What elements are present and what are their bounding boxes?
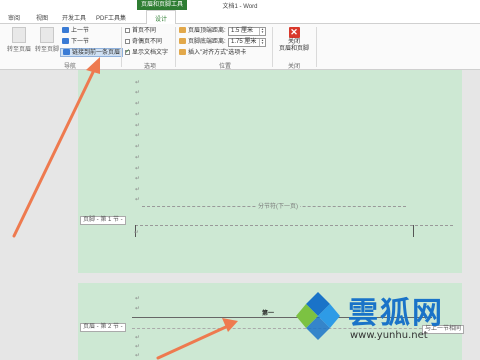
paragraph-mark: ↵: [135, 187, 141, 193]
header-distance-value: 1.5 厘米: [231, 28, 254, 34]
different-odd-even-checkbox[interactable]: 奇偶页不同: [125, 38, 162, 47]
footer-distance-spinner[interactable]: 1.75 厘米 ▲ ▼: [228, 38, 266, 47]
watermark-url: www.yunhu.net: [350, 330, 428, 341]
show-document-text-label: 显示文档文字: [132, 50, 169, 56]
show-document-text-checkbox[interactable]: 显示文档文字: [125, 48, 169, 58]
group-divider: [175, 27, 176, 67]
paragraph-mark: ↵: [135, 306, 141, 312]
nav-group-label: 导航: [63, 64, 76, 70]
spinner-arrows-icon[interactable]: ▲ ▼: [259, 39, 265, 46]
prev-section-icon: [62, 27, 69, 34]
group-divider: [316, 27, 317, 67]
link-to-previous-button[interactable]: 链接到前一条页眉: [60, 48, 124, 57]
close-header-footer-button[interactable]: ✕ 关闭 页眉和页脚: [277, 27, 311, 61]
paragraph-mark: ↵: [135, 101, 141, 107]
title-bar: 文档1 - Word 页眉和页脚工具: [0, 0, 480, 10]
link-to-previous-label: 链接到前一条页眉: [72, 50, 121, 56]
paragraph-mark: ↵: [135, 166, 141, 172]
close-label-line2: 页眉和页脚: [278, 46, 309, 52]
close-icon: ✕: [288, 27, 300, 38]
next-section-icon: [62, 38, 69, 45]
paragraph-mark: ↵: [135, 176, 141, 182]
header-position-icon: [179, 27, 186, 34]
footer-from-bottom-label: 页脚底端距离:: [188, 39, 226, 45]
goto-footer-label: 转至页脚: [34, 47, 59, 53]
ribbon-tab-bar: 审阅 视图 开发工具 PDF工具集 设计: [0, 10, 480, 24]
header-from-top-row: 页眉顶端距离:: [179, 27, 226, 36]
footer-from-bottom-row: 页脚底端距离:: [179, 38, 226, 47]
context-tab-group-label: 页眉和页脚工具: [137, 0, 187, 10]
different-first-page-label: 首页不同: [132, 28, 157, 34]
paragraph-mark: ↵: [135, 90, 141, 96]
header-from-top-label: 页眉顶端距离:: [188, 28, 226, 34]
ribbon: 转至页眉 转至页脚 上一节 下一节 链接到前一条页眉 导航 首页不同 奇偶页不同…: [0, 24, 480, 70]
site-watermark: 雲狐网 www.yunhu.net: [288, 282, 480, 360]
link-icon: [63, 49, 70, 56]
paragraph-mark: ↵: [135, 123, 141, 129]
tab-developer[interactable]: 开发工具: [62, 13, 86, 22]
footer-section-tag: 页脚 - 第 1 节 -: [80, 216, 126, 225]
header-section-tag: 页眉 - 第 2 节 -: [80, 323, 126, 332]
spinner-arrows-icon[interactable]: ▲ ▼: [259, 28, 265, 35]
group-divider: [121, 27, 122, 67]
margin-corner-mark: [404, 225, 414, 237]
paragraph-mark: ↵: [135, 155, 141, 161]
goto-footer-button[interactable]: 转至页脚: [34, 27, 60, 57]
paragraph-mark: ↵: [135, 197, 141, 203]
different-odd-even-label: 奇偶页不同: [132, 39, 163, 45]
footer-page-icon: [40, 27, 54, 43]
paragraph-mark: ↵: [135, 112, 141, 118]
window-title: 文档1 - Word: [222, 4, 258, 10]
paragraph-mark: ↵: [135, 296, 141, 302]
tab-design[interactable]: 设计: [146, 10, 177, 24]
goto-header-label: 转至页眉: [6, 47, 31, 53]
tab-view[interactable]: 视图: [36, 13, 48, 22]
prev-section-button[interactable]: 上一节: [62, 27, 89, 36]
paragraph-mark: ↵: [134, 230, 140, 236]
paragraph-mark: ↵: [135, 80, 141, 86]
watermark-name: 雲狐网: [348, 296, 444, 331]
checkbox-box-checked: [125, 48, 130, 57]
goto-header-button[interactable]: 转至页眉: [6, 27, 32, 57]
align-tab-icon: [179, 49, 186, 56]
footer-distance-value: 1.75 厘米: [231, 39, 257, 45]
next-section-button[interactable]: 下一节: [62, 38, 89, 47]
paragraph-mark: ↵: [135, 144, 141, 150]
tab-pdf-tools[interactable]: PDF工具集: [96, 13, 126, 22]
insert-align-tab-button[interactable]: 插入"对齐方式"选项卡: [179, 49, 246, 58]
page-1[interactable]: ↵ ↵ ↵ ↵ ↵ ↵ ↵ ↵ ↵ ↵ ↵ ↵ 分节符(下一页) 页脚 - 第 …: [78, 70, 462, 273]
footer-position-icon: [179, 38, 186, 45]
options-group-label: 选项: [143, 64, 156, 70]
close-group-label: 关闭: [287, 64, 300, 70]
checkbox-box: [125, 27, 130, 33]
checkbox-box: [125, 38, 130, 44]
prev-section-label: 上一节: [71, 28, 90, 34]
different-first-page-checkbox[interactable]: 首页不同: [125, 27, 156, 36]
position-group-label: 位置: [218, 64, 231, 70]
header-distance-spinner[interactable]: 1.5 厘米 ▲ ▼: [228, 27, 266, 36]
header-page-icon: [12, 27, 26, 43]
header-text[interactable]: 第一: [262, 308, 274, 317]
next-section-label: 下一节: [71, 39, 90, 45]
insert-align-tab-label: 插入"对齐方式"选项卡: [188, 50, 247, 56]
paragraph-mark: ↵: [135, 335, 141, 341]
section-break-label: 分节符(下一页): [256, 201, 300, 210]
paragraph-mark: ↵: [135, 353, 141, 359]
paragraph-mark: ↵: [135, 133, 141, 139]
yunhu-logo-icon: [296, 292, 340, 340]
close-label-line1: 关闭: [287, 39, 300, 45]
tab-review[interactable]: 审阅: [8, 13, 20, 22]
paragraph-mark: ↵: [135, 344, 141, 350]
group-divider: [272, 27, 273, 67]
